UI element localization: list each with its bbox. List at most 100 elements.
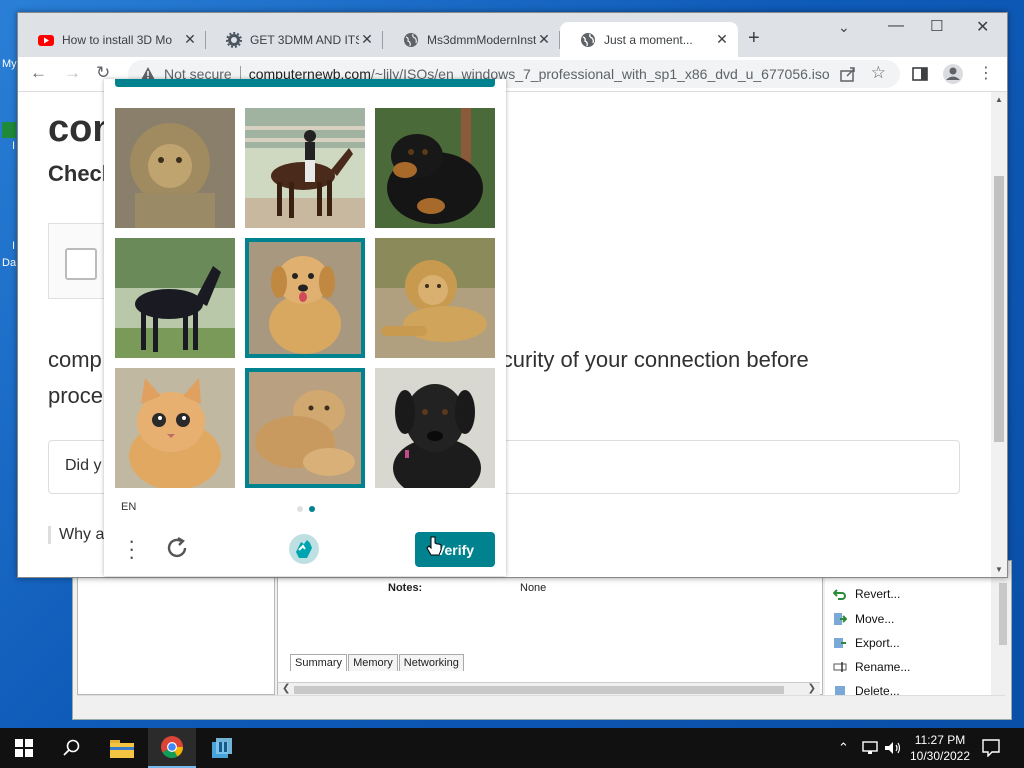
action-label: Export... (855, 636, 900, 650)
tab-search-icon[interactable]: ⌄ (838, 19, 850, 36)
desktop-icon-label[interactable]: I (12, 140, 15, 152)
hyper-v-icon (212, 738, 232, 758)
taskbar-app-file-explorer[interactable] (98, 728, 146, 768)
windows-logo-icon (15, 739, 33, 757)
desktop-icon-label[interactable]: My (2, 58, 17, 70)
show-hidden-icons-icon[interactable]: ⌃ (838, 740, 849, 756)
hcaptcha-logo-icon[interactable] (287, 532, 321, 566)
new-tab-icon[interactable]: + (748, 27, 760, 50)
hyperv-details-pane: Notes: None Summary Memory Networking ❮ … (277, 569, 823, 697)
scrollbar-thumb[interactable] (294, 686, 784, 694)
scrollbar-thumb[interactable] (999, 583, 1007, 645)
notification-icon[interactable] (982, 739, 1000, 757)
desktop-icon-label[interactable]: I (12, 240, 15, 252)
challenge-header (115, 79, 495, 87)
captcha-image-horse-rider[interactable] (245, 108, 365, 228)
action-label: Revert... (855, 587, 901, 601)
captcha-image-golden-puppy[interactable] (245, 238, 365, 358)
network-icon[interactable] (862, 740, 880, 756)
close-tab-icon[interactable]: ✕ (182, 31, 198, 48)
tab-memory[interactable]: Memory (348, 654, 398, 671)
scroll-right-icon[interactable]: ❯ (808, 683, 816, 694)
hyperv-manager-window: Notes: None Summary Memory Networking ❮ … (72, 560, 1012, 720)
paragraph-end: curity of your connection before (501, 347, 809, 372)
scrollbar-thumb[interactable] (994, 176, 1004, 442)
maximize-icon[interactable]: ☐ (930, 17, 943, 35)
refresh-icon[interactable] (164, 535, 190, 561)
action-move[interactable]: Move... (833, 612, 894, 626)
black-dog-portrait-image (375, 368, 495, 488)
tab-summary[interactable]: Summary (290, 654, 348, 671)
back-icon[interactable]: ← (30, 63, 47, 83)
captcha-image-lion-lying[interactable] (375, 238, 495, 358)
action-revert[interactable]: Revert... (833, 587, 900, 601)
tab-title: How to install 3D Mo (62, 32, 173, 47)
action-label: Rename... (855, 660, 911, 674)
scroll-up-icon[interactable]: ▲ (995, 95, 1003, 104)
revert-icon (833, 589, 846, 600)
system-clock[interactable]: 11:27 PM 10/30/2022 (900, 732, 980, 764)
globe-icon (581, 32, 595, 47)
export-icon (834, 638, 846, 648)
page-indicator (297, 506, 315, 512)
scroll-left-icon[interactable]: ❮ (282, 683, 290, 694)
forward-icon[interactable]: → (64, 63, 81, 83)
clock-date: 10/30/2022 (909, 749, 971, 763)
hyperv-tree-pane[interactable] (77, 569, 275, 695)
side-panel-icon[interactable] (912, 66, 928, 82)
golden-puppy-image (249, 242, 361, 354)
tab-networking[interactable]: Networking (398, 654, 464, 671)
browser-tab[interactable]: GET 3DMM AND ITS ✕ (206, 22, 383, 57)
share-icon[interactable] (840, 66, 856, 82)
notes-label: Notes: (388, 582, 423, 594)
youtube-icon (38, 34, 54, 46)
language-selector[interactable]: EN (121, 501, 136, 513)
lion-cub-image (249, 372, 361, 484)
browser-tab-active[interactable]: Just a moment... ✕ (560, 22, 738, 57)
hcaptcha-challenge: EN · · · Verify (104, 79, 506, 576)
lion-image (115, 108, 235, 228)
black-dog-image (375, 108, 495, 228)
browser-tab[interactable]: How to install 3D Mo ✕ (18, 22, 206, 57)
search-button[interactable] (48, 728, 96, 768)
desktop-icon-label[interactable]: Da (2, 257, 16, 269)
taskbar: ⌃ 11:27 PM 10/30/2022 (0, 728, 1024, 768)
browser-tab[interactable]: Ms3dmmModernInst ✕ (383, 22, 560, 57)
captcha-image-black-horse[interactable] (115, 238, 235, 358)
desktop-shortcut-icon[interactable] (2, 122, 16, 138)
minimize-icon[interactable]: — (888, 17, 904, 35)
actions-scrollbar[interactable] (997, 569, 1009, 699)
close-tab-icon[interactable]: ✕ (536, 31, 552, 48)
rename-icon (833, 662, 847, 672)
lion-lying-image (375, 238, 495, 358)
captcha-image-black-dog[interactable] (375, 108, 495, 228)
close-tab-icon[interactable]: ✕ (359, 31, 375, 48)
menu-dots-icon[interactable]: ⋮ (978, 63, 994, 83)
search-icon (63, 739, 80, 756)
close-tab-icon[interactable]: ✕ (714, 31, 730, 48)
close-window-icon[interactable]: ✕ (976, 17, 989, 37)
taskbar-app-hyper-v-manager[interactable] (198, 728, 246, 768)
image-grid (115, 108, 495, 488)
captcha-image-kitten[interactable] (115, 368, 235, 488)
bookmark-star-icon[interactable]: ☆ (871, 63, 886, 83)
page-dot-active (309, 506, 315, 512)
captcha-image-lion[interactable] (115, 108, 235, 228)
action-rename[interactable]: Rename... (833, 660, 910, 674)
page-scrollbar[interactable]: ▲ ▼ (991, 92, 1007, 577)
taskbar-app-chrome[interactable] (148, 728, 196, 768)
menu-dots-icon[interactable]: · · · (128, 530, 135, 568)
folder-icon (110, 740, 134, 758)
captcha-image-lion-cub[interactable] (245, 368, 365, 488)
action-export[interactable]: Export... (833, 636, 900, 650)
globe-icon (404, 32, 418, 47)
page-dot (297, 506, 303, 512)
chrome-icon (161, 736, 183, 758)
profile-avatar-icon[interactable] (942, 63, 964, 85)
start-button[interactable] (0, 728, 48, 768)
hand-cursor-icon (426, 536, 442, 556)
scroll-down-icon[interactable]: ▼ (995, 565, 1003, 574)
captcha-image-black-dog-portrait[interactable] (375, 368, 495, 488)
tab-title: Ms3dmmModernInst (427, 32, 536, 47)
verify-checkbox[interactable] (65, 248, 97, 280)
